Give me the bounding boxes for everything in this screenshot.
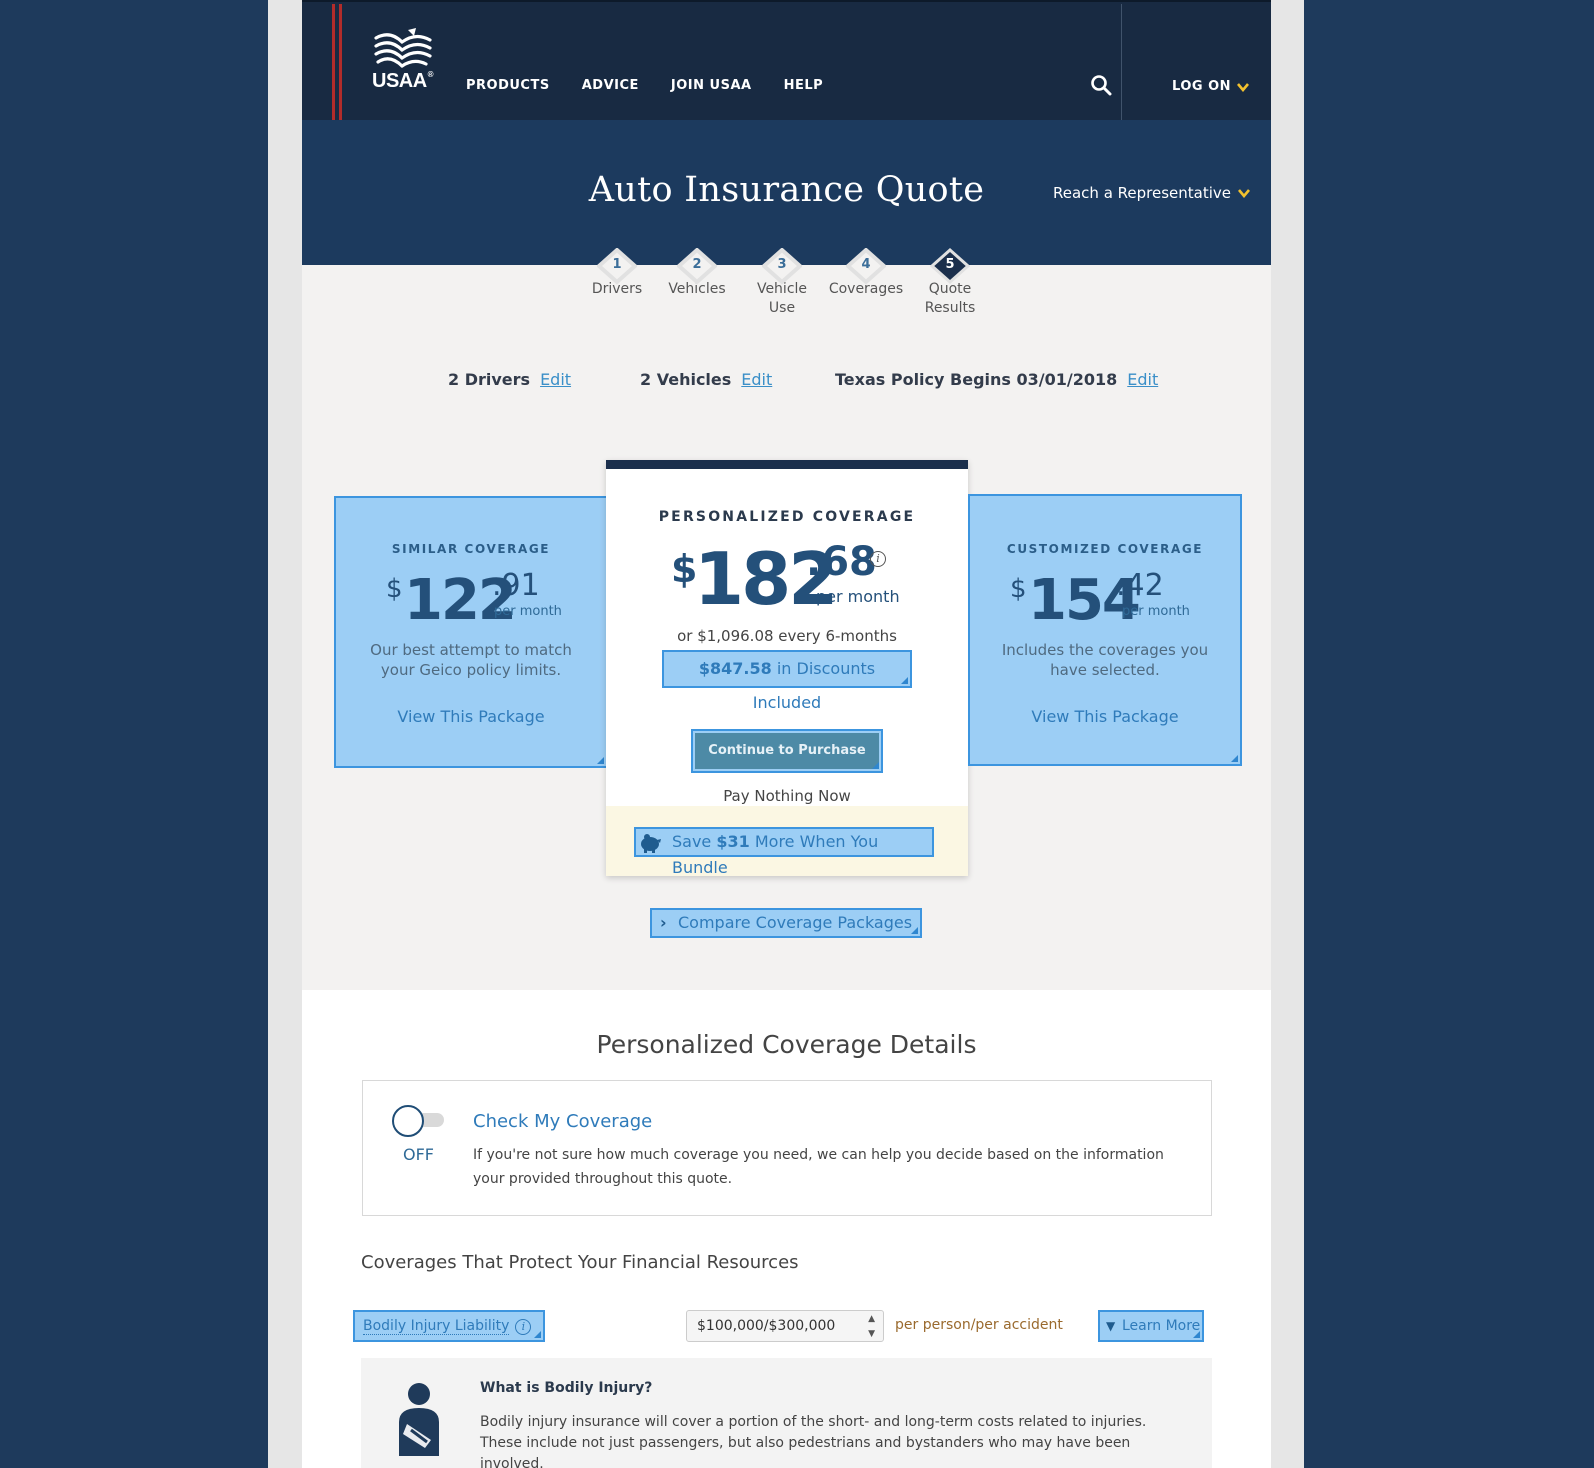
primary-nav: PRODUCTS ADVICE JOIN USAA HELP xyxy=(466,78,823,93)
card-title: PERSONALIZED COVERAGE xyxy=(658,509,916,525)
coverage-details-section: Personalized Coverage Details OFF Check … xyxy=(302,990,1271,1468)
bundle-area: Save $31 More When You Bundle xyxy=(606,806,968,877)
chevron-down-icon xyxy=(1237,82,1249,92)
vehicles-summary: 2 Vehicles Edit xyxy=(640,370,773,389)
card-top-bar xyxy=(606,460,968,469)
customized-coverage-card[interactable]: CUSTOMIZED COVERAGE $ 154 .42 per month … xyxy=(968,494,1242,766)
customized-price: $ 154 .42 per month xyxy=(1010,568,1190,633)
page: USAA® PRODUCTS ADVICE JOIN USAA HELP LOG… xyxy=(302,0,1271,1468)
compare-coverage-packages-button[interactable]: › Compare Coverage Packages xyxy=(650,908,922,938)
card-description: Our best attempt to match your Geico poli… xyxy=(370,641,572,679)
discounts-included-button[interactable]: $847.58 in Discounts Included xyxy=(662,650,912,712)
section-heading: Personalized Coverage Details xyxy=(596,1030,977,1059)
info-answer: Bodily injury insurance will cover a por… xyxy=(480,1414,1147,1468)
personalized-price: $ 182 .68 i per month xyxy=(671,537,900,621)
chevron-down-icon: ▼ xyxy=(1106,1319,1116,1333)
six-month-price: or $1,096.08 every 6-months xyxy=(677,627,897,645)
bundle-savings-link[interactable]: Save $31 More When You Bundle xyxy=(634,827,934,877)
injured-person-icon xyxy=(399,1383,439,1456)
toggle-state-label: OFF xyxy=(403,1145,434,1164)
info-icon[interactable]: i xyxy=(870,551,886,567)
brand-stripe xyxy=(332,4,342,122)
edit-policy-link[interactable]: Edit xyxy=(1127,370,1158,389)
reach-representative-button[interactable]: Reach a Representative xyxy=(1053,184,1250,202)
bodily-injury-limit-select[interactable]: $100,000/$300,000 ▲ ▼ xyxy=(686,1310,884,1342)
check-my-coverage-title: Check My Coverage xyxy=(473,1111,653,1132)
info-icon: i xyxy=(515,1319,532,1335)
chevron-down-icon xyxy=(1238,189,1250,198)
view-similar-package-link[interactable]: View This Package xyxy=(336,707,606,726)
step-drivers[interactable]: 1 Drivers xyxy=(572,248,662,299)
top-navigation: USAA® PRODUCTS ADVICE JOIN USAA HELP LOG… xyxy=(302,0,1271,122)
personalized-coverage-card: PERSONALIZED COVERAGE $ 182 .68 i per mo… xyxy=(606,460,968,877)
card-description: Includes the coverages you have selected. xyxy=(1001,641,1209,679)
usaa-logo-text[interactable]: USAA® xyxy=(372,70,434,93)
card-title: CUSTOMIZED COVERAGE xyxy=(1006,542,1204,556)
edit-vehicles-link[interactable]: Edit xyxy=(741,370,772,389)
corner-marker xyxy=(597,757,604,764)
corner-marker xyxy=(1231,755,1238,762)
quote-header: Auto Insurance Quote Reach a Representat… xyxy=(302,120,1271,265)
coverage-unit-label: per person/per accident xyxy=(895,1317,1063,1333)
nav-products[interactable]: PRODUCTS xyxy=(466,78,550,93)
reach-representative-label: Reach a Representative xyxy=(1053,184,1231,202)
check-my-coverage-description: If you're not sure how much coverage you… xyxy=(473,1147,1164,1187)
edit-drivers-link[interactable]: Edit xyxy=(540,370,571,389)
check-coverage-toggle[interactable] xyxy=(392,1105,446,1137)
bodily-injury-info-panel: What is Bodily Injury? Bodily injury ins… xyxy=(361,1358,1212,1468)
pay-nothing-now-text: Pay Nothing Now xyxy=(723,787,851,805)
nav-divider xyxy=(1121,4,1122,122)
nav-join-usaa[interactable]: JOIN USAA xyxy=(671,78,752,93)
similar-coverage-card[interactable]: SIMILAR COVERAGE $ 122 .91 per month Our… xyxy=(334,496,608,768)
bodily-injury-liability-tooltip[interactable]: Bodily Injury Liability i xyxy=(353,1310,545,1342)
log-on-button[interactable]: LOG ON xyxy=(1172,79,1249,94)
nav-help[interactable]: HELP xyxy=(784,78,824,93)
check-my-coverage-panel: OFF Check My Coverage If you're not sure… xyxy=(362,1080,1212,1216)
similar-price: $ 122 .91 per month xyxy=(386,568,562,633)
coverage-group-title: Coverages That Protect Your Financial Re… xyxy=(361,1252,799,1273)
step-quote-results[interactable]: 5 Quote Results xyxy=(905,248,995,318)
policy-summary: Texas Policy Begins 03/01/2018 Edit xyxy=(835,370,1159,389)
piggy-bank-icon xyxy=(641,834,661,853)
step-coverages[interactable]: 4 Coverages xyxy=(821,248,911,299)
card-title: SIMILAR COVERAGE xyxy=(391,542,551,556)
select-arrows-icon: ▲ ▼ xyxy=(868,1314,875,1339)
chevron-right-icon: › xyxy=(660,913,667,932)
step-vehicles[interactable]: 2 Vehicles xyxy=(652,248,742,299)
continue-to-purchase-button[interactable]: Continue to Purchase xyxy=(691,729,883,773)
info-question: What is Bodily Injury? xyxy=(480,1380,653,1396)
drivers-summary: 2 Drivers Edit xyxy=(448,370,572,389)
search-icon[interactable] xyxy=(1090,74,1112,96)
learn-more-button[interactable]: ▼ Learn More xyxy=(1098,1310,1204,1342)
nav-advice[interactable]: ADVICE xyxy=(582,78,639,93)
step-vehicle-use[interactable]: 3 Vehicle Use xyxy=(737,248,827,318)
quote-summary: 2 Drivers Edit 2 Vehicles Edit Texas Polic… xyxy=(302,370,1271,400)
log-on-label: LOG ON xyxy=(1172,79,1231,94)
progress-steps: 1 Drivers 2 Vehicles 3 Vehicle Use 4 Cov… xyxy=(572,248,992,328)
view-customized-package-link[interactable]: View This Package xyxy=(970,707,1240,726)
